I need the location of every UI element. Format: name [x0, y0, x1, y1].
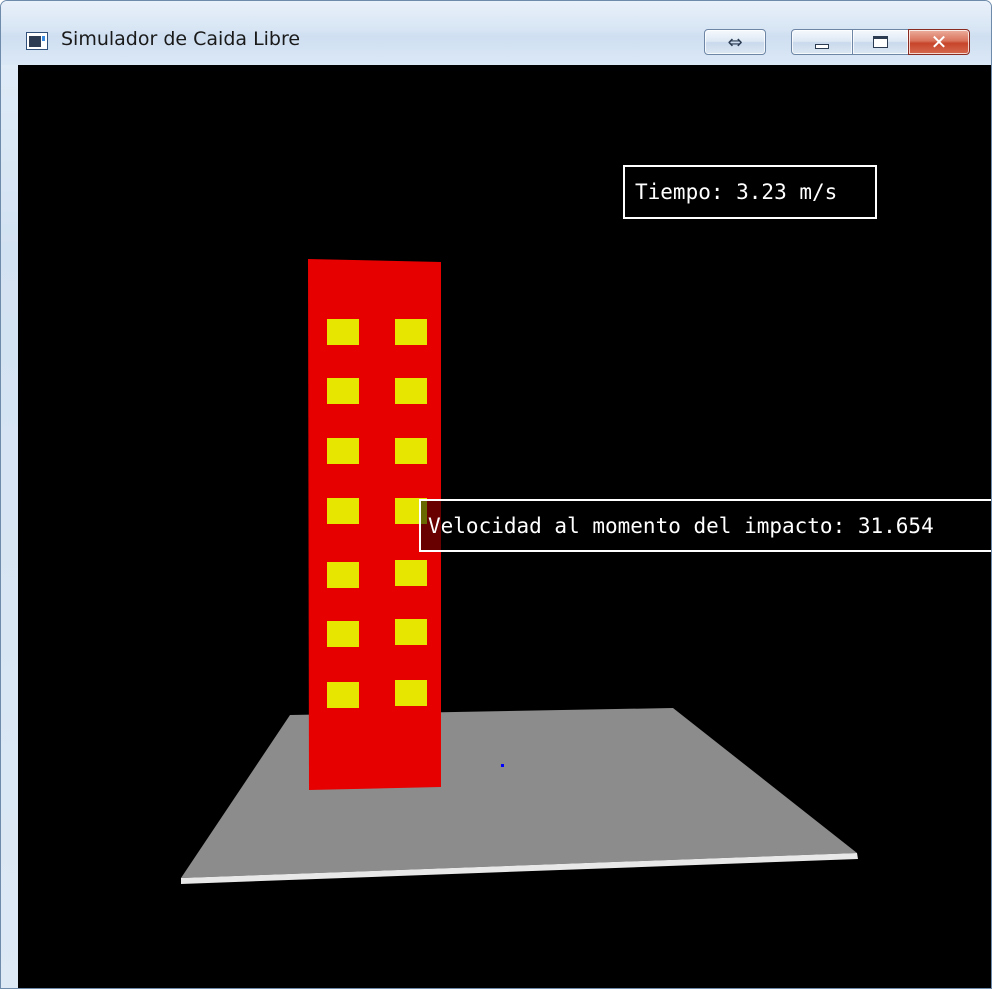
swap-button[interactable]: ⇔: [704, 29, 766, 55]
ground-plane: [181, 708, 857, 878]
building-window: [395, 378, 427, 404]
tiempo-label: Tiempo: 3.23 m/s: [623, 165, 877, 219]
building-window: [395, 619, 427, 645]
building-window: [327, 319, 359, 345]
building-window: [395, 438, 427, 464]
minimize-button[interactable]: [791, 29, 853, 55]
maximize-button[interactable]: [852, 29, 909, 55]
building-window: [327, 498, 359, 524]
building-window: [327, 682, 359, 708]
tiempo-text: Tiempo: 3.23 m/s: [635, 180, 838, 204]
falling-object: [501, 764, 504, 767]
app-window-icon[interactable]: [26, 32, 48, 50]
simulation-viewport[interactable]: Tiempo: 3.23 m/s Velocidad al momento de…: [18, 65, 991, 988]
close-icon: ✕: [930, 30, 948, 54]
velocidad-text: Velocidad al momento del impacto: 31.654: [428, 513, 934, 538]
app-window: Simulador de Caida Libre ⇔ ✕ Tiempo: 3.2…: [0, 0, 992, 989]
building-window: [327, 562, 359, 588]
app-icon-pane: [29, 36, 41, 47]
maximize-icon: [873, 36, 888, 48]
building-window: [395, 680, 427, 706]
app-icon-accent: [42, 36, 45, 41]
close-button[interactable]: ✕: [908, 29, 970, 55]
window-title: Simulador de Caida Libre: [61, 28, 301, 50]
building-window: [327, 438, 359, 464]
building-window: [395, 319, 427, 345]
building-window: [395, 560, 427, 586]
double-arrow-icon: ⇔: [727, 31, 743, 53]
velocidad-label: Velocidad al momento del impacto: 31.654: [419, 499, 991, 552]
title-bar[interactable]: Simulador de Caida Libre ⇔ ✕: [1, 1, 991, 65]
building-window: [327, 378, 359, 404]
building-window: [327, 621, 359, 647]
minimize-icon: [815, 43, 829, 49]
